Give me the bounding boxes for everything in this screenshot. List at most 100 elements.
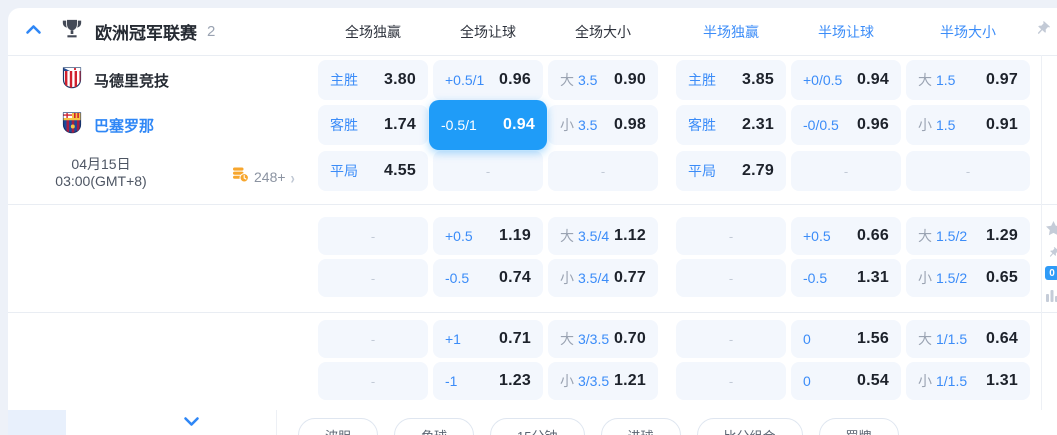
- odds-value: 4.55: [384, 162, 416, 179]
- market-column-header[interactable]: 半场独赢: [671, 8, 791, 55]
- odds-value: 0.97: [986, 71, 1018, 88]
- home-team-row[interactable]: 马德里竞技: [62, 60, 169, 100]
- stats-bars-icon[interactable]: [1045, 288, 1057, 307]
- odds-board-card: 欧洲冠军联赛 2 全场独赢 全场让球 全场大小 半场独赢 半场让球 半场大小 马…: [8, 8, 1057, 435]
- odds-cell[interactable]: +0.5 1.19: [433, 217, 543, 255]
- odds-cell[interactable]: 0 0.54: [791, 362, 901, 400]
- odds-value: 2.79: [742, 162, 774, 179]
- odds-cell[interactable]: 主胜 3.80: [318, 60, 428, 100]
- odds-cell[interactable]: 大 1.5 0.97: [906, 60, 1030, 100]
- odds-value: 0.70: [614, 330, 646, 347]
- odds-label: 主胜: [330, 72, 358, 88]
- odds-label: 小 3.5/4: [560, 270, 610, 286]
- odds-cell[interactable]: 大 3.5/4 1.12: [548, 217, 658, 255]
- odds-value: 1.19: [499, 227, 531, 244]
- section-divider: [8, 204, 1057, 205]
- market-column-header[interactable]: 全场大小: [543, 8, 663, 55]
- odds-label: 客胜: [688, 117, 716, 133]
- pin-icon[interactable]: [1041, 244, 1057, 266]
- quick-market-chip[interactable]: 罚牌: [818, 418, 899, 435]
- odds-value: 1.31: [857, 269, 889, 286]
- odds-label: 小 3.5: [560, 117, 598, 133]
- odds-cell[interactable]: +0/0.5 0.94: [791, 60, 901, 100]
- away-team-logo: [62, 111, 82, 139]
- odds-value: 0.77: [614, 269, 646, 286]
- odds-label: 平局: [688, 163, 716, 179]
- odds-label: 0: [803, 373, 811, 389]
- odds-value: 0.71: [499, 330, 531, 347]
- star-icon[interactable]: [1045, 220, 1057, 242]
- odds-label: +0/0.5: [803, 72, 843, 88]
- odds-cell[interactable]: 小 1.5/2 0.65: [906, 259, 1030, 297]
- header-divider: [8, 55, 1057, 56]
- odds-label-prefix: 小: [918, 373, 932, 389]
- odds-cell[interactable]: -0/0.5 0.96: [791, 105, 901, 145]
- odds-cell[interactable]: 主胜 3.85: [676, 60, 786, 100]
- odds-cell[interactable]: 平局 4.55: [318, 151, 428, 191]
- quick-market-chip[interactable]: 15分钟: [490, 418, 585, 435]
- empty-odds-dash: -: [728, 228, 734, 244]
- odds-cell[interactable]: -0.5 1.31: [791, 259, 901, 297]
- odds-label-prefix: 大: [918, 72, 932, 88]
- odds-label: 小 1/1.5: [918, 373, 968, 389]
- odds-cell: -: [433, 151, 543, 191]
- odds-cell[interactable]: 小 1/1.5 1.31: [906, 362, 1030, 400]
- odds-label: 小 1.5: [918, 117, 956, 133]
- odds-value: 0.91: [986, 116, 1018, 133]
- odds-label: +0.5: [803, 228, 831, 244]
- odds-label-prefix: 小: [918, 270, 932, 286]
- odds-cell[interactable]: 小 3.5 0.98: [548, 105, 658, 145]
- quick-market-chip[interactable]: 角球: [394, 418, 475, 435]
- odds-label-prefix: 小: [560, 373, 574, 389]
- empty-odds-dash: -: [370, 270, 376, 286]
- league-name: 欧洲冠军联赛: [95, 24, 197, 43]
- odds-value: 3.80: [384, 71, 416, 88]
- odds-cell[interactable]: 大 1/1.5 0.64: [906, 320, 1030, 358]
- chevron-up-icon[interactable]: [25, 22, 42, 40]
- odds-cell[interactable]: 大 1.5/2 1.29: [906, 217, 1030, 255]
- odds-cell[interactable]: +0.5 0.66: [791, 217, 901, 255]
- odds-value: 1.56: [857, 330, 889, 347]
- odds-cell[interactable]: 小 3/3.5 1.21: [548, 362, 658, 400]
- odds-cell[interactable]: 客胜 2.31: [676, 105, 786, 145]
- chevron-down-icon[interactable]: [183, 414, 200, 432]
- odds-cell[interactable]: -1 1.23: [433, 362, 543, 400]
- odds-cell[interactable]: 小 1.5 0.91: [906, 105, 1030, 145]
- odds-cell[interactable]: +1 0.71: [433, 320, 543, 358]
- odds-label: 大 3/3.5: [560, 331, 610, 347]
- odds-cell: -: [791, 151, 901, 191]
- quick-market-chip[interactable]: 比分组合: [696, 418, 803, 435]
- odds-value: 0.54: [857, 372, 889, 389]
- odds-value: 1.23: [499, 372, 531, 389]
- away-team-row[interactable]: 巴塞罗那: [62, 105, 154, 145]
- odds-label: 主胜: [688, 72, 716, 88]
- quick-market-chip[interactable]: 进球: [600, 418, 681, 435]
- odds-value: 2.31: [742, 116, 774, 133]
- odds-label: +0.5/1: [445, 72, 485, 88]
- market-column-header[interactable]: 全场让球: [428, 8, 548, 55]
- odds-value: 0.66: [857, 227, 889, 244]
- market-column-header[interactable]: 全场独赢: [313, 8, 433, 55]
- odds-label: 大 3.5/4: [560, 228, 610, 244]
- odds-cell[interactable]: 小 3.5/4 0.77: [548, 259, 658, 297]
- pin-icon[interactable]: [1027, 17, 1054, 45]
- odds-label: 小 1.5/2: [918, 270, 968, 286]
- empty-odds-dash: -: [728, 331, 734, 347]
- odds-cell[interactable]: +0.5/1 0.96: [433, 60, 543, 100]
- odds-label: -0.5/1: [441, 117, 477, 133]
- market-column-header[interactable]: 半场让球: [786, 8, 906, 55]
- quick-market-chip[interactable]: 波胆: [298, 418, 379, 435]
- odds-cell[interactable]: -0.5/1 0.94: [429, 100, 547, 150]
- odds-cell[interactable]: 大 3/3.5 0.70: [548, 320, 658, 358]
- odds-label-prefix: 大: [918, 331, 932, 347]
- odds-value: 0.94: [503, 116, 535, 133]
- market-column-header[interactable]: 半场大小: [908, 8, 1028, 55]
- odds-label: 平局: [330, 163, 358, 179]
- odds-cell[interactable]: 大 3.5 0.90: [548, 60, 658, 100]
- more-markets-link[interactable]: 248+ ›: [232, 166, 295, 188]
- odds-cell[interactable]: 客胜 1.74: [318, 105, 428, 145]
- odds-cell[interactable]: 0 1.56: [791, 320, 901, 358]
- odds-cell[interactable]: -0.5 0.74: [433, 259, 543, 297]
- odds-value: 1.12: [614, 227, 646, 244]
- odds-cell[interactable]: 平局 2.79: [676, 151, 786, 191]
